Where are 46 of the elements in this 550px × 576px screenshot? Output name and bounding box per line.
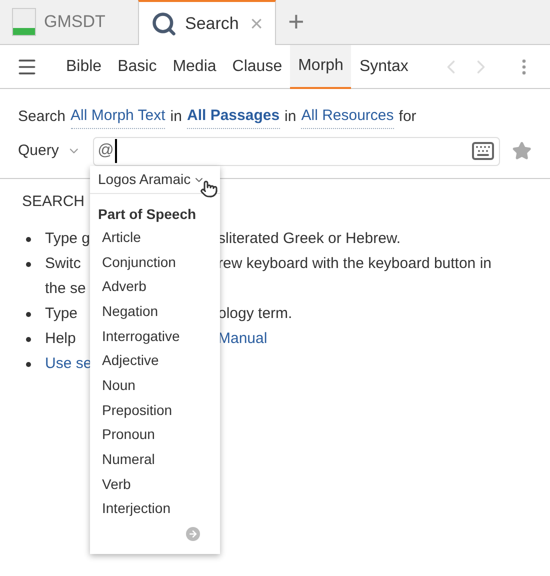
popup-item[interactable]: Interjection [90, 496, 220, 522]
help-text: Type [45, 305, 78, 322]
popup-item[interactable]: Pronoun [90, 422, 220, 448]
document-thumbnail-icon [12, 8, 36, 36]
popup-item[interactable]: Conjunction [90, 250, 220, 274]
scope-link[interactable]: All Passages [186, 105, 280, 128]
keyboard-icon[interactable] [471, 139, 496, 163]
scope-text: in [170, 106, 182, 126]
scope-link[interactable]: All Resources [301, 105, 394, 128]
next-page-icon[interactable] [186, 527, 200, 542]
search-type-tab[interactable]: Syntax [351, 44, 416, 88]
help-text: the se [45, 280, 86, 298]
popup-item[interactable]: Negation [90, 299, 220, 324]
help-text: Type g [45, 230, 90, 248]
search-type-tab[interactable]: Media [164, 44, 224, 88]
tab-label: GMSDT [44, 10, 106, 33]
popup-item[interactable]: Verb [90, 472, 220, 497]
star-icon[interactable] [512, 141, 532, 161]
tab-label: Search [185, 12, 239, 35]
query-field[interactable]: @ [92, 136, 500, 166]
search-type-tab[interactable]: Basic [110, 44, 165, 88]
query-label: Query [18, 140, 59, 161]
popup-item[interactable]: Interrogative [90, 324, 220, 348]
search-icon [151, 10, 177, 36]
popup-item[interactable]: Noun [90, 373, 220, 398]
scope-link[interactable]: All Morph Text [70, 105, 166, 128]
help-text: Switc [45, 255, 81, 272]
popup-item[interactable]: Adjective [90, 348, 220, 374]
popup-item[interactable]: Article [90, 225, 220, 250]
search-type-tab[interactable]: Morph [290, 44, 352, 88]
section-heading: Part of Speech [97, 205, 198, 224]
popup-item[interactable]: Numeral [90, 447, 220, 472]
scope-text: Search [18, 106, 66, 126]
popup-item[interactable]: Preposition [90, 398, 220, 422]
scope-text: in [284, 106, 296, 126]
help-text: sliterated Greek or Hebrew. [218, 229, 401, 250]
new-tab-button[interactable]: + [276, 0, 316, 44]
help-heading: SEARCH [22, 192, 86, 212]
tab[interactable]: Search × [138, 0, 276, 45]
morphology-dropdown[interactable]: Logos Aramaic [98, 169, 205, 190]
search-type-tab[interactable]: Bible [58, 44, 110, 88]
popup-item[interactable]: Adverb [90, 274, 220, 300]
query-text: @ [98, 139, 117, 163]
search-type-tab[interactable]: Clause [224, 44, 290, 88]
scope-text: for [398, 106, 416, 126]
help-text: Help [45, 330, 76, 348]
